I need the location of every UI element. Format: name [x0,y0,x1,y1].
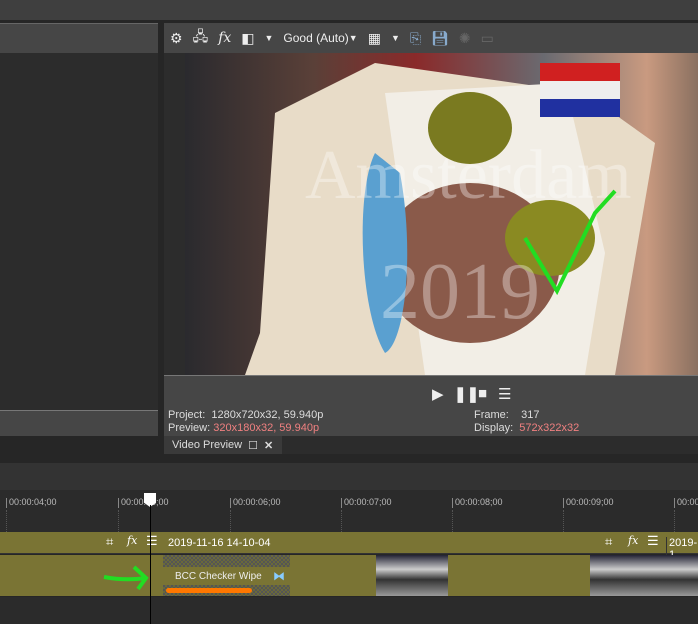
timeline-toolbar [0,463,698,490]
chevron-down-icon[interactable]: ▼ [391,28,400,48]
timeline-empty-area [0,597,698,624]
menu-icon[interactable]: ☰ [146,533,158,549]
ruler-tick: 00:00:07;00 [341,498,392,508]
transition-label: BCC Checker Wipe [163,567,290,585]
left-panel-footer [0,410,158,436]
crop-icon[interactable]: ⌗ [106,534,113,550]
fx-icon[interactable]: fx [218,28,231,48]
maximize-icon[interactable]: ☐ [248,439,258,452]
pause-icon[interactable]: ❚❚ [454,385,479,403]
ruler-tick: 00:00:06;00 [230,498,281,508]
ruler-tick: 00:00:09;00 [563,498,614,508]
event-thumbnail[interactable] [590,555,698,596]
video-preview-window: ⚙ 🖧 fx ◧ ▼ Good (Auto) ▼ ▦ ▼ ⎘ 💾︎ ✺ ▭ Ams… [164,23,698,454]
transition-event[interactable]: BCC Checker Wipe ⧓ [163,555,290,596]
stop-icon[interactable]: ■ [478,385,487,402]
tab-label: Video Preview [172,439,243,451]
frame-label: Frame: [474,409,509,421]
video-image: Amsterdam 2019 [245,63,655,375]
fx-icon[interactable]: fx [628,534,638,547]
display-value: 572x322x32 [519,422,580,434]
copy-snapshot-icon[interactable]: ⎘ [410,28,421,48]
menu-icon[interactable]: ☰ [647,533,659,549]
gear-icon[interactable]: ⚙ [170,28,183,48]
warning-bar [166,588,252,593]
hdr-icon: ▭ [480,29,494,46]
chevron-down-icon: ▼ [348,33,358,43]
grid-icon[interactable]: ▦ [368,28,381,48]
watermark-line2: 2019 [380,248,540,336]
color-icon: ✺ [458,29,471,46]
play-icon[interactable]: ▶ [432,385,444,403]
save-snapshot-icon[interactable]: 💾︎ [431,28,449,48]
menu-icon[interactable]: ☰ [498,385,511,403]
fx-icon[interactable]: fx [127,534,137,547]
video-track[interactable]: BCC Checker Wipe ⧓ [0,555,698,596]
event-header: ⌗ fx ☰ 2019-11-16 14-10-04 ⌗ fx ☰ 2019-1 [0,532,698,561]
top-bar [0,0,698,20]
transport-controls: ▶ ❚❚ ■ ☰ Project: 1280x720x32, 59.940p P… [164,375,698,436]
tab-video-preview[interactable]: Video Preview ☐ ✕ [164,436,282,454]
crop-icon[interactable]: ⌗ [605,534,612,550]
preview-quality-value: Good (Auto) [283,31,349,45]
timeline-ruler[interactable]: 00:00:04;00 00:00:05;00 00:00:06;00 00:0… [0,490,698,532]
project-label: Project: [168,409,206,421]
watermark-line1: Amsterdam [305,137,632,214]
display-label: Display: [474,422,514,434]
video-frame: Amsterdam 2019 [185,53,698,375]
ruler-tick: 00:00:1 [674,498,698,508]
close-icon[interactable]: ✕ [264,439,273,452]
event-title: 2019-11-16 14-10-04 [168,537,271,549]
ruler-tick: 00:00:05;00 [118,498,169,508]
split-screen-icon[interactable]: 🖧 [193,28,209,48]
left-panel-header [0,23,158,53]
chevron-down-icon[interactable]: ▼ [265,28,274,48]
preview-quality-dropdown[interactable]: Good (Auto) ▼ [283,28,357,48]
ruler-tick: 00:00:04;00 [6,498,57,508]
frame-value: 317 [521,409,540,421]
left-panel [0,23,158,436]
transition-properties-icon[interactable]: ⧓ [273,569,285,583]
ruler-tick: 00:00:08;00 [452,498,503,508]
preview-toolbar: ⚙ 🖧 fx ◧ ▼ Good (Auto) ▼ ▦ ▼ ⎘ 💾︎ ✺ ▭ [164,23,698,53]
project-value: 1280x720x32, 59.940p [211,409,324,421]
preview-value: 320x180x32, 59.940p [213,422,320,434]
preview-label: Preview: [168,422,211,434]
event-thumbnail[interactable] [376,555,448,596]
external-monitor-icon[interactable]: ◧ [241,28,254,48]
annotation-arrow [103,565,149,591]
playhead-line [150,505,151,624]
